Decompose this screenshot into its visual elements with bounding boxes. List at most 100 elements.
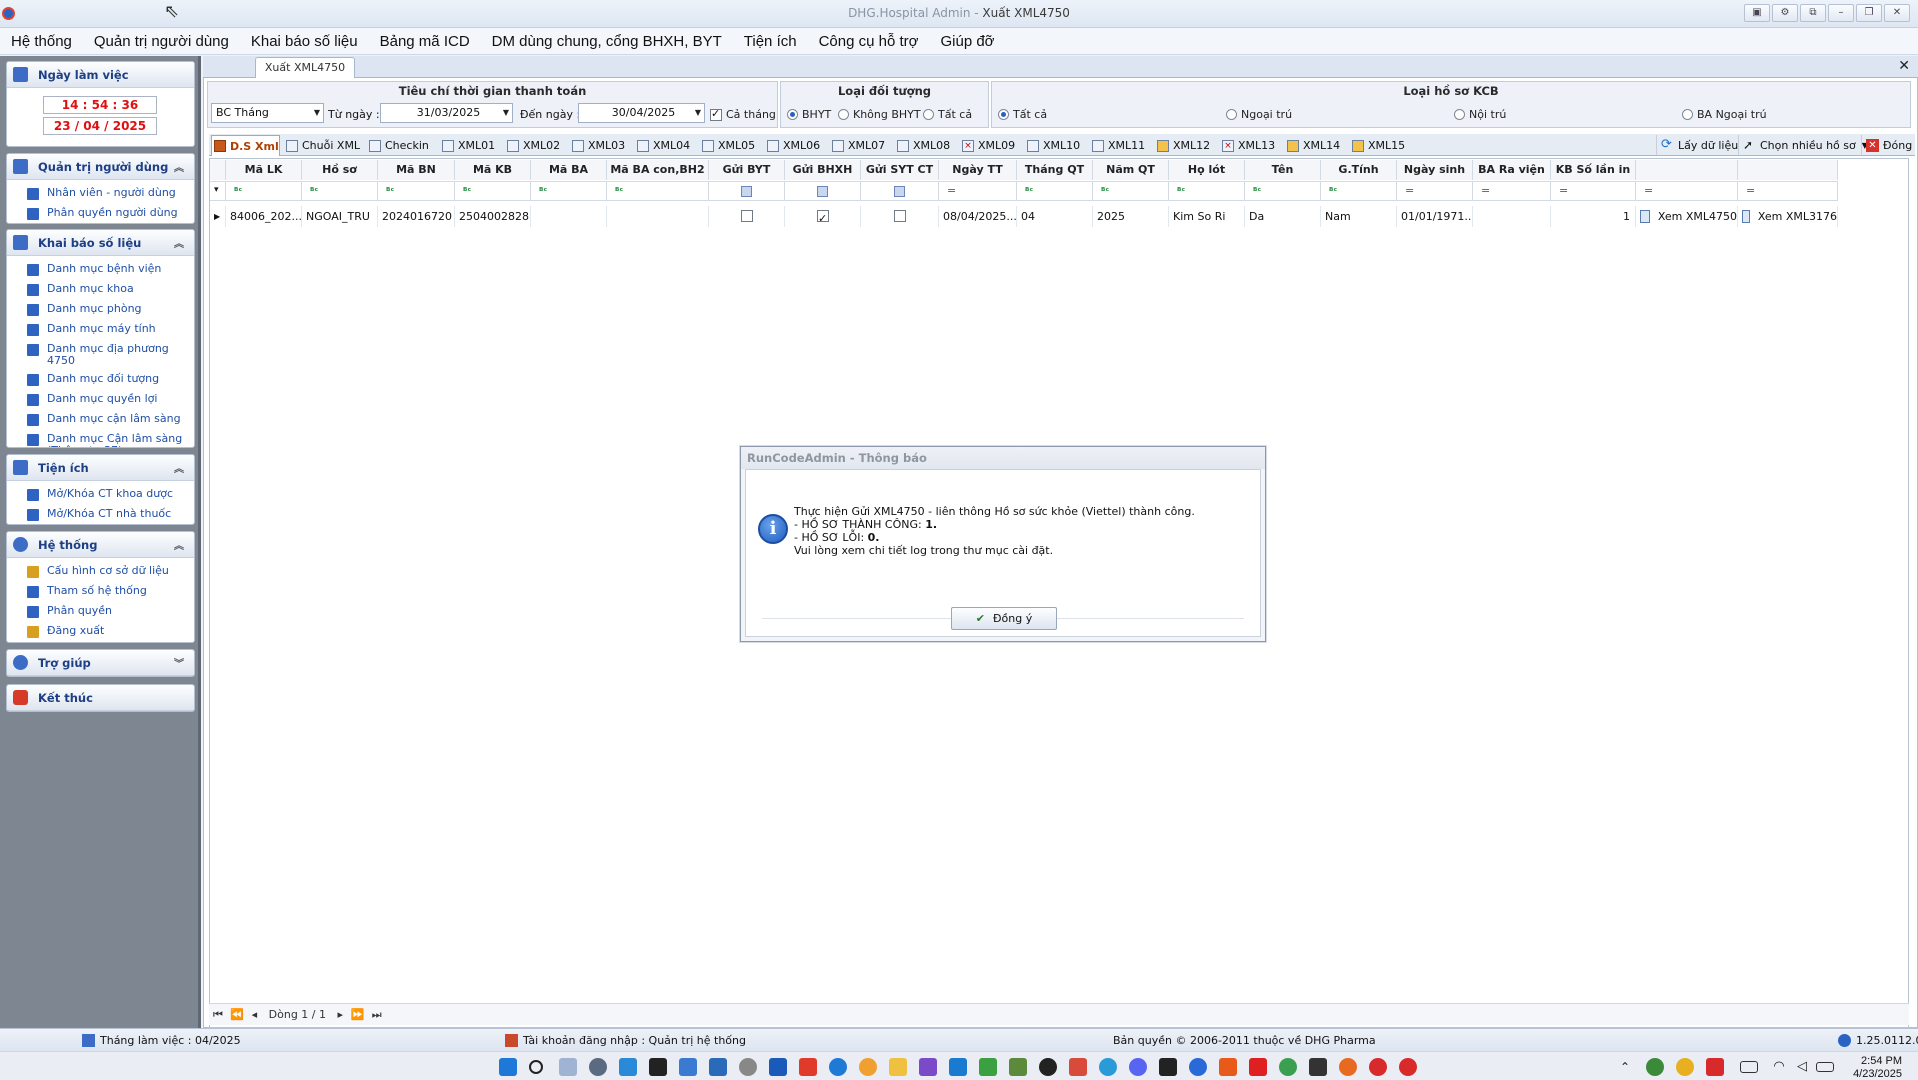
visual-studio-icon[interactable] bbox=[919, 1058, 937, 1076]
whole-month-checkbox[interactable]: Cả tháng bbox=[710, 107, 776, 121]
menu-cong-cu[interactable]: Công cụ hỗ trợ bbox=[808, 33, 930, 50]
hospital-app-icon[interactable] bbox=[1369, 1058, 1387, 1076]
cell-ngay-tt[interactable]: 08/04/2025... bbox=[939, 206, 1017, 227]
tray-icon[interactable] bbox=[1706, 1058, 1724, 1076]
sidebar-item-may-tinh[interactable]: Danh mục máy tính bbox=[7, 320, 194, 340]
filter-cell[interactable]: ᴮᶜ bbox=[455, 181, 531, 201]
col-kb-so-lan-in[interactable]: KB Số lần in bbox=[1551, 160, 1636, 180]
select-multiple-button[interactable]: ➚ Chọn nhiều hồ sơ ▼ bbox=[1738, 135, 1872, 155]
radio-noi-tru[interactable]: Nội trú bbox=[1454, 108, 1506, 121]
sidebar-item-dia-phuong[interactable]: Danh mục địa phương 4750 bbox=[7, 340, 194, 370]
next-record-icon[interactable]: ▸ bbox=[338, 1008, 344, 1021]
dialog-title[interactable]: RunCodeAdmin - Thông báo bbox=[741, 447, 1265, 469]
cell-ma-kb[interactable]: 2504002828 bbox=[455, 206, 531, 227]
col-ma-ba[interactable]: Mã BA bbox=[531, 160, 607, 180]
filter-cell[interactable]: ᴮᶜ bbox=[531, 181, 607, 201]
tab-chuoi-xml[interactable]: Chuỗi XML bbox=[284, 135, 360, 156]
tab-xml06[interactable]: XML06 bbox=[765, 135, 820, 156]
app-icon[interactable] bbox=[1009, 1058, 1027, 1076]
col-ho-so[interactable]: Hồ sơ bbox=[302, 160, 378, 180]
cell-gui-syt-ct[interactable] bbox=[861, 206, 939, 227]
hospital-app-icon[interactable] bbox=[1399, 1058, 1417, 1076]
maximize-button[interactable]: ❐ bbox=[1856, 4, 1882, 22]
volume-icon[interactable]: ◁ bbox=[1793, 1058, 1811, 1076]
cell-gui-bhxh[interactable] bbox=[785, 206, 861, 227]
filter-cell[interactable]: = bbox=[1551, 181, 1636, 201]
col-nam-qt[interactable]: Năm QT bbox=[1093, 160, 1169, 180]
first-record-icon[interactable]: ⏮ bbox=[213, 1008, 223, 1021]
filter-cell[interactable]: ᴮᶜ bbox=[1245, 181, 1321, 201]
radio-ba-ngoai-tru[interactable]: BA Ngoại trú bbox=[1682, 108, 1767, 121]
radio-tat-ca-ho-so[interactable]: Tất cả bbox=[998, 108, 1047, 121]
battery-icon[interactable] bbox=[1816, 1062, 1834, 1072]
filter-cell[interactable]: ᴮᶜ bbox=[1093, 181, 1169, 201]
tab-xml03[interactable]: XML03 bbox=[570, 135, 625, 156]
app-icon[interactable] bbox=[1069, 1058, 1087, 1076]
checkbox-unchecked[interactable] bbox=[894, 210, 906, 222]
filter-cell[interactable]: ᴮᶜ bbox=[1321, 181, 1397, 201]
edge-icon[interactable] bbox=[829, 1058, 847, 1076]
close-button[interactable]: ✕ Đóng bbox=[1861, 135, 1916, 155]
sidebar-item-tham-so[interactable]: Tham số hệ thống bbox=[7, 582, 194, 602]
group-header-he-thong[interactable]: Hệ thống ︽ bbox=[7, 532, 194, 558]
monitor-icon[interactable] bbox=[769, 1058, 787, 1076]
cell-ma-lk[interactable]: 84006_202... bbox=[226, 206, 302, 227]
sidebar-item-phan-quyen-nd[interactable]: Phân quyền người dùng bbox=[7, 204, 194, 223]
filter-cell[interactable]: ᴮᶜ bbox=[607, 181, 709, 201]
filter-cell[interactable]: ᴮᶜ bbox=[1169, 181, 1245, 201]
menu-tien-ich[interactable]: Tiện ích bbox=[733, 33, 808, 50]
filter-cell[interactable]: ᴮᶜ bbox=[1017, 181, 1093, 201]
filter-cell[interactable] bbox=[709, 181, 785, 201]
next-page-icon[interactable]: ⏩ bbox=[351, 1008, 365, 1021]
filter-cell[interactable]: = bbox=[1738, 181, 1838, 201]
col-ma-ba-con[interactable]: Mã BA con,BH2 bbox=[607, 160, 709, 180]
discord-icon[interactable] bbox=[1129, 1058, 1147, 1076]
menu-dm-dung-chung[interactable]: DM dùng chung, cổng BHXH, BYT bbox=[481, 33, 733, 50]
view-xml4750-link[interactable]: Xem XML4750 bbox=[1636, 206, 1738, 227]
sidebar-item-nha-thuoc[interactable]: Mở/Khóa CT nhà thuốc bbox=[7, 505, 194, 524]
windows-start-icon[interactable] bbox=[499, 1058, 517, 1076]
tab-xml04[interactable]: XML04 bbox=[635, 135, 690, 156]
to-date-input[interactable]: 30/04/2025 ▼ bbox=[578, 103, 705, 123]
system-clock[interactable]: 2:54 PM 4/23/2025 bbox=[1853, 1055, 1902, 1080]
folder-icon[interactable] bbox=[889, 1058, 907, 1076]
wifi-icon[interactable]: ◠ bbox=[1770, 1058, 1788, 1076]
sidebar-item-can-lam-sang[interactable]: Danh mục cận lâm sàng bbox=[7, 410, 194, 430]
tab-xml13[interactable]: × XML13 bbox=[1220, 135, 1275, 156]
terminal-icon[interactable] bbox=[649, 1058, 667, 1076]
photos-icon[interactable] bbox=[709, 1058, 727, 1076]
tab-xml11[interactable]: XML11 bbox=[1090, 135, 1145, 156]
tab-xml14[interactable]: XML14 bbox=[1285, 135, 1340, 156]
collapse-icon[interactable]: ︽ bbox=[174, 235, 184, 250]
col-gioi-tinh[interactable]: G.Tính bbox=[1321, 160, 1397, 180]
col-ngay-tt[interactable]: Ngày TT bbox=[939, 160, 1017, 180]
group-header-tro-giup[interactable]: Trợ giúp ︾ bbox=[7, 650, 194, 676]
cell-gioi-tinh[interactable]: Nam bbox=[1321, 206, 1397, 227]
keyboard-icon[interactable] bbox=[1740, 1061, 1758, 1073]
restore-layout-icon[interactable]: ⧉ bbox=[1800, 4, 1826, 22]
col-gui-bhxh[interactable]: Gửi BHXH bbox=[785, 160, 861, 180]
sidebar-item-doi-tuong[interactable]: Danh mục đối tượng bbox=[7, 370, 194, 390]
sidebar-item-cls-tt37[interactable]: Danh mục Cận lâm sàng (Thông tư 37) bbox=[7, 430, 194, 447]
app-icon[interactable] bbox=[799, 1058, 817, 1076]
cell-ma-ba-con[interactable] bbox=[607, 206, 709, 227]
close-window-button[interactable]: ✕ bbox=[1884, 4, 1910, 22]
app-icon[interactable] bbox=[1339, 1058, 1357, 1076]
telegram-icon[interactable] bbox=[1099, 1058, 1117, 1076]
col-ma-bn[interactable]: Mã BN bbox=[378, 160, 455, 180]
app-icon[interactable] bbox=[979, 1058, 997, 1076]
sidebar-item-dang-xuat[interactable]: Đăng xuất bbox=[7, 622, 194, 642]
ok-button[interactable]: ✔ Đồng ý bbox=[951, 607, 1057, 630]
tab-ds-xml[interactable]: D.S Xml bbox=[211, 135, 280, 156]
workday-header[interactable]: Ngày làm việc bbox=[7, 62, 194, 88]
tab-xml09[interactable]: × XML09 bbox=[960, 135, 1015, 156]
tab-xml08[interactable]: XML08 bbox=[895, 135, 950, 156]
chatgpt-icon[interactable] bbox=[1039, 1058, 1057, 1076]
filter-cell[interactable]: = bbox=[1636, 181, 1738, 201]
menu-khai-bao[interactable]: Khai báo số liệu bbox=[240, 33, 369, 50]
tab-xml02[interactable]: XML02 bbox=[505, 135, 560, 156]
sidebar-item-khoa[interactable]: Danh mục khoa bbox=[7, 280, 194, 300]
fetch-data-button[interactable]: ⟳ Lấy dữ liệu bbox=[1656, 135, 1742, 155]
group-header-tien-ich[interactable]: Tiện ích ︽ bbox=[7, 455, 194, 481]
radio-tat-ca-doi-tuong[interactable]: Tất cả bbox=[923, 108, 972, 121]
